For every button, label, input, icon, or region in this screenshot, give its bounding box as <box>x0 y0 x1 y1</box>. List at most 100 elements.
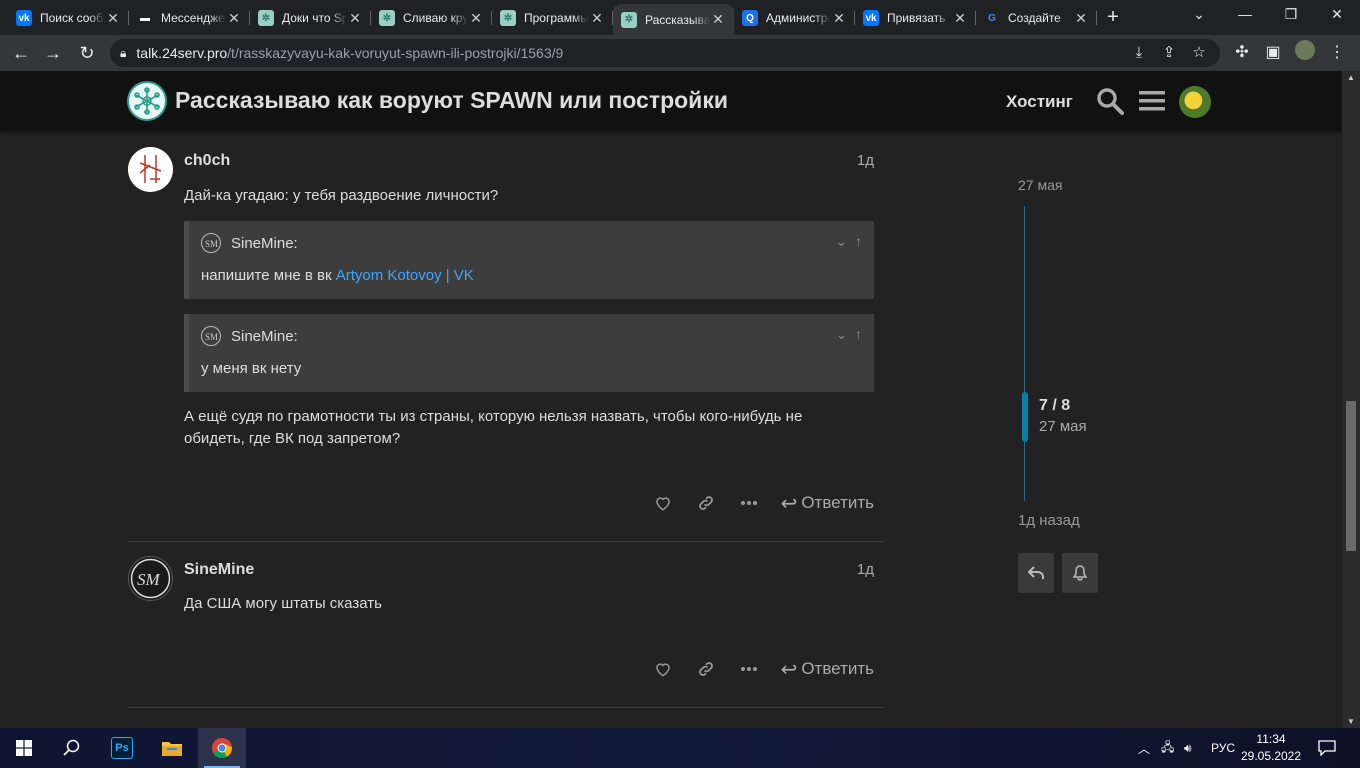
input-language[interactable]: РУС <box>1211 728 1235 768</box>
quote-author[interactable]: SineMine: <box>231 328 298 345</box>
page-scrollbar[interactable]: ▲ ▼ <box>1342 71 1360 728</box>
forward-button[interactable]: → <box>40 40 66 66</box>
close-tab-icon[interactable]: ✕ <box>831 10 847 27</box>
taskbar-clock[interactable]: 11:34 29.05.2022 <box>1236 731 1306 765</box>
search-icon[interactable] <box>48 728 96 768</box>
windows-start-icon[interactable] <box>0 728 48 768</box>
site-logo[interactable] <box>127 81 167 121</box>
scroll-thumb[interactable] <box>1346 401 1356 551</box>
quote-expand-controls[interactable]: ⌄ ↑ <box>835 233 862 250</box>
timeline-end-label[interactable]: 1д назад <box>1018 512 1080 529</box>
photoshop-icon[interactable]: Ps <box>98 728 146 768</box>
timeline-reply-button[interactable] <box>1018 553 1054 593</box>
browser-tab[interactable]: ✲ Рассказываю✕ <box>613 4 734 35</box>
bookmark-star-icon[interactable]: ☆ <box>1186 39 1212 67</box>
reply-button[interactable]: ↩ Ответить <box>781 491 874 516</box>
timeline-scrollarea[interactable] <box>1024 206 1025 501</box>
post-sinemine: SM SineMine 1д Да США могу штаты сказать… <box>128 556 884 726</box>
tray-overflow-chevron-icon[interactable]: ︿ <box>1138 728 1150 768</box>
reload-button[interactable]: ↻ <box>74 40 100 66</box>
browser-menu-icon[interactable]: ⋮ <box>1324 40 1350 66</box>
tab-title: Доки что Sp <box>282 11 347 25</box>
svg-text:SM: SM <box>205 239 218 249</box>
scroll-down-arrow-icon[interactable]: ▼ <box>1342 717 1360 726</box>
more-ellipsis-icon[interactable] <box>735 655 763 683</box>
browser-tab[interactable]: Q Администратор✕ <box>734 4 855 32</box>
tab-title: Администратор <box>766 11 831 25</box>
browser-tab-strip: vkПоиск сообщений✕▬Мессенджер✕✲Доки что … <box>0 0 1360 35</box>
quote-text-content: напишите мне в вк <box>201 267 336 284</box>
quote-avatar: SM <box>201 326 221 346</box>
close-tab-icon[interactable]: ✕ <box>952 10 968 27</box>
file-explorer-icon[interactable] <box>148 728 196 768</box>
post-username[interactable]: ch0ch <box>184 152 230 170</box>
post-divider <box>128 707 884 708</box>
browser-tab[interactable]: ✲ Программы ✕ <box>492 4 613 32</box>
share-link-icon[interactable] <box>692 655 720 683</box>
browser-tab[interactable]: vk Привязать ✕ <box>855 4 976 32</box>
avatar[interactable] <box>128 147 173 192</box>
chevron-down-icon[interactable]: ⌄ <box>835 326 847 342</box>
search-q-icon: Q <box>742 10 758 26</box>
restore-button[interactable]: ❐ <box>1268 0 1314 30</box>
tab-title: Привязать <box>887 11 946 25</box>
timeline-position: 7 / 8 <box>1039 397 1071 414</box>
close-window-button[interactable]: ✕ <box>1314 0 1360 30</box>
scroll-up-arrow-icon[interactable]: ▲ <box>1342 73 1360 82</box>
reply-button[interactable]: ↩ Ответить <box>781 657 874 682</box>
extensions-puzzle-icon[interactable]: ✣ <box>1229 40 1255 66</box>
forum-page: Рассказываю как воруют SPAWN или построй… <box>0 71 1342 728</box>
avatar[interactable]: SM <box>128 556 173 601</box>
close-tab-icon[interactable]: ✕ <box>347 10 363 27</box>
reply-arrow-icon: ↩ <box>780 492 798 515</box>
discourse-icon: ✲ <box>621 11 637 28</box>
arrow-up-icon[interactable]: ↑ <box>855 233 862 249</box>
browser-tab[interactable]: ✲ Сливаю крутое✕ <box>371 4 492 32</box>
browser-tab[interactable]: ✲ Доки что Sp ✕ <box>250 4 371 32</box>
post-date[interactable]: 1д <box>857 152 874 169</box>
browser-tab[interactable]: G Создайте ✕ <box>976 4 1097 32</box>
discourse-icon: ✲ <box>379 10 395 26</box>
quote-author[interactable]: SineMine: <box>231 235 298 252</box>
tab-search-chevron-icon[interactable]: ⌄ <box>1176 0 1222 30</box>
close-tab-icon[interactable]: ✕ <box>589 10 605 27</box>
tab-title: Сливаю крутое <box>403 11 468 25</box>
like-heart-icon[interactable] <box>649 655 677 683</box>
back-button[interactable]: ← <box>8 40 34 66</box>
close-tab-icon[interactable]: ✕ <box>468 10 484 27</box>
address-bar[interactable]: 🔒︎ talk.24serv.pro/t/rasskazyvayu-kak-vo… <box>110 39 1220 67</box>
install-app-icon[interactable]: ⤓ <box>1126 39 1152 67</box>
timeline-handle[interactable] <box>1022 392 1028 442</box>
side-panel-icon[interactable]: ▣ <box>1260 40 1286 66</box>
browser-tab[interactable]: vk Поиск сообщений✕ <box>8 4 129 32</box>
notification-bell-icon[interactable] <box>1062 553 1098 593</box>
share-icon[interactable]: ⇪ <box>1156 39 1182 67</box>
close-tab-icon[interactable]: ✕ <box>105 10 121 27</box>
browser-tab[interactable]: ▬ Мессенджер ✕ <box>129 4 250 32</box>
tab-title: Поиск сообщений <box>40 11 105 25</box>
close-tab-icon[interactable]: ✕ <box>1073 10 1089 27</box>
like-heart-icon[interactable] <box>649 489 677 517</box>
quote-avatar: SM <box>201 233 221 253</box>
close-tab-icon[interactable]: ✕ <box>710 11 726 28</box>
current-user-avatar[interactable] <box>1179 86 1211 118</box>
post-username[interactable]: SineMine <box>184 561 254 579</box>
timeline-start-date[interactable]: 27 мая <box>1018 177 1062 193</box>
vk-profile-link[interactable]: Artyom Kotovoy | VK <box>336 267 474 284</box>
minimize-button[interactable]: — <box>1222 0 1268 30</box>
close-tab-icon[interactable]: ✕ <box>226 10 242 27</box>
profile-avatar[interactable] <box>1292 40 1318 66</box>
new-tab-button[interactable]: + <box>1100 6 1126 29</box>
share-link-icon[interactable] <box>692 489 720 517</box>
network-icon[interactable]: 🖧︎ <box>1161 728 1174 768</box>
topic-title[interactable]: Рассказываю как воруют SPAWN или построй… <box>175 87 728 114</box>
url-host: talk.24serv.pro <box>136 45 228 61</box>
more-ellipsis-icon[interactable] <box>735 489 763 517</box>
volume-icon[interactable]: 🔊︎ <box>1184 728 1192 768</box>
chevron-down-icon[interactable]: ⌄ <box>835 233 847 249</box>
notifications-icon[interactable] <box>1318 728 1336 768</box>
quote-expand-controls[interactable]: ⌄ ↑ <box>835 326 862 343</box>
chrome-icon[interactable] <box>198 728 246 768</box>
arrow-up-icon[interactable]: ↑ <box>855 326 862 342</box>
post-date[interactable]: 1д <box>857 561 874 578</box>
